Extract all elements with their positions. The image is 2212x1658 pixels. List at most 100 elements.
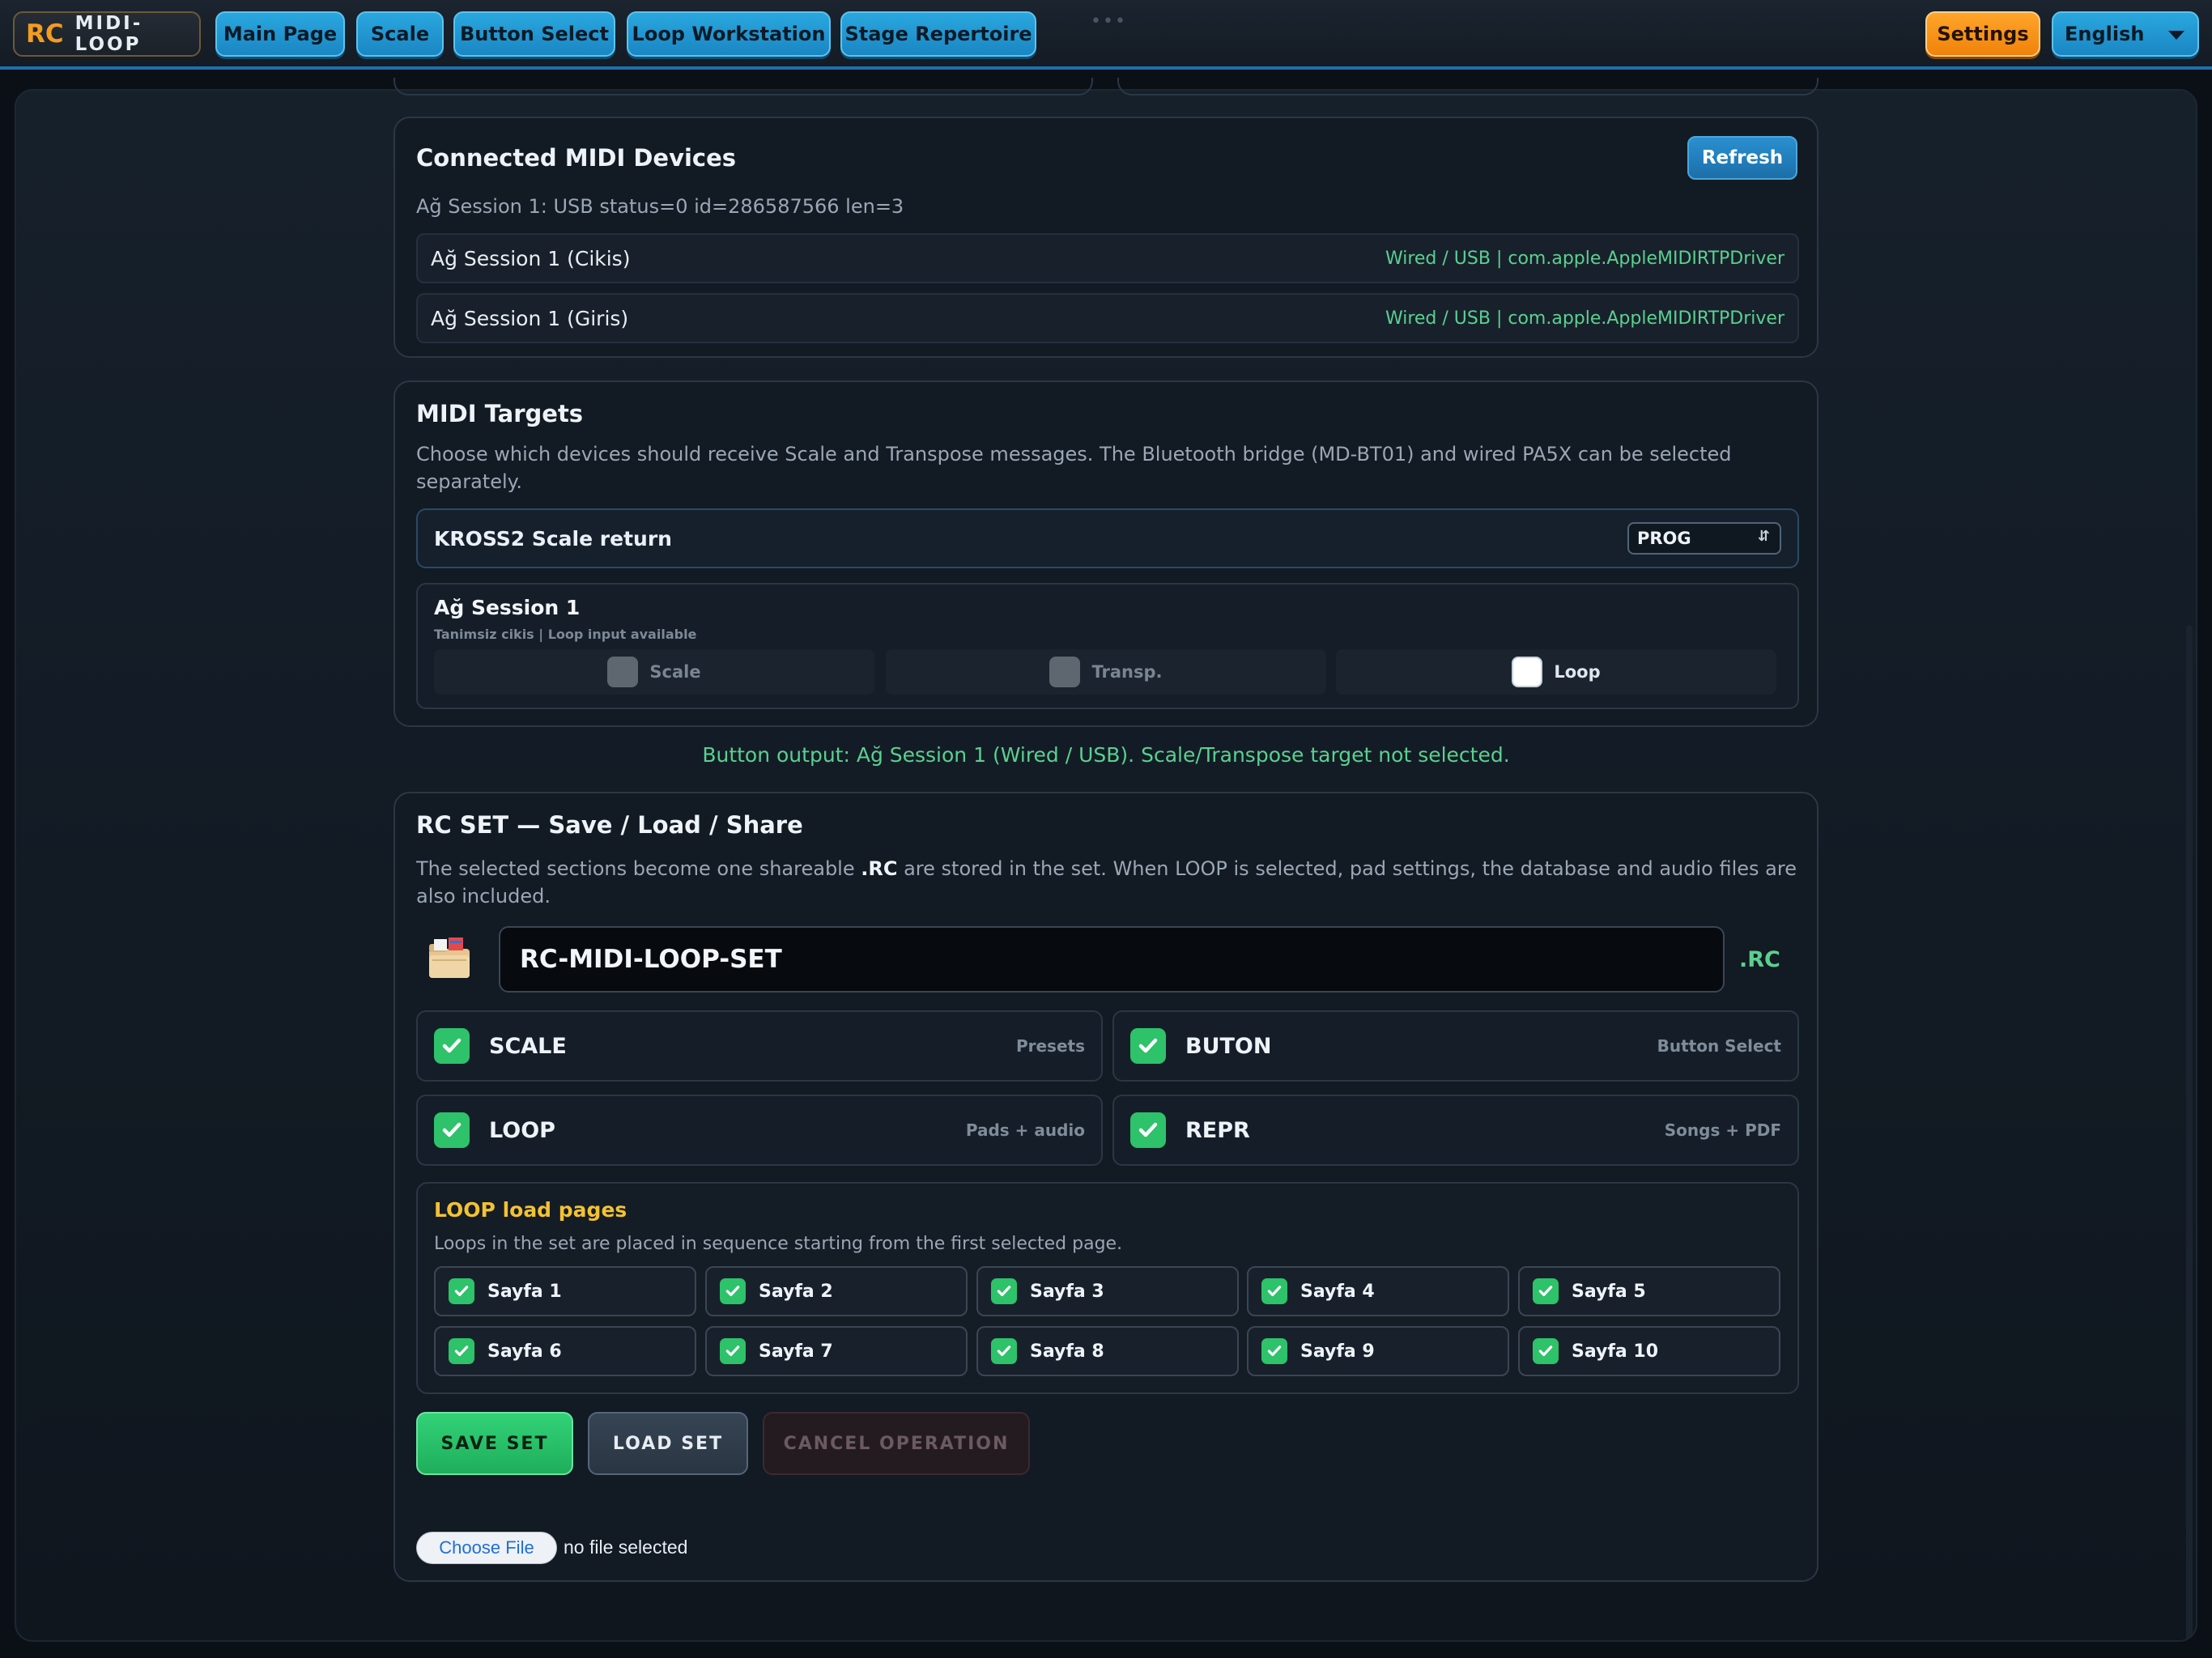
target-option-transpose[interactable]: Transp. [886, 649, 1326, 695]
top-bar: RC MIDI-LOOP Main Page Scale Button Sele… [0, 0, 2212, 70]
nav-stage-repertoire[interactable]: Stage Repertoire [840, 11, 1036, 57]
nav-button-select[interactable]: Button Select [453, 11, 615, 57]
page-option[interactable]: Sayfa 1 [434, 1266, 696, 1316]
file-status: no file selected [564, 1537, 688, 1558]
checkbox-scale[interactable] [607, 657, 639, 687]
language-select[interactable]: English [2052, 11, 2199, 57]
page-label: Sayfa 10 [1572, 1341, 1659, 1362]
session-title: Ağ Session 1 [434, 596, 581, 619]
rc-set-card: RC SET — Save / Load / Share The selecte… [393, 792, 1819, 1582]
session-subtitle: Tanimsiz cikis | Loop input available [434, 627, 697, 642]
targets-description: Choose which devices should receive Scal… [416, 443, 1732, 493]
section-label: REPR [1185, 1117, 1250, 1143]
section-hint: Button Select [1657, 1036, 1781, 1056]
page-option[interactable]: Sayfa 9 [1247, 1326, 1509, 1376]
refresh-button[interactable]: Refresh [1687, 136, 1797, 180]
load-set-button[interactable]: LOAD SET [588, 1412, 748, 1475]
set-name-input[interactable] [499, 926, 1725, 993]
section-hint: Presets [1015, 1036, 1085, 1056]
cancel-operation-button[interactable]: CANCEL OPERATION [763, 1412, 1030, 1475]
check-icon[interactable] [720, 1278, 746, 1304]
check-icon[interactable] [720, 1338, 746, 1364]
option-label: Transp. [1091, 662, 1163, 682]
device-name: Ağ Session 1 (Cikis) [431, 246, 631, 270]
language-value: English [2065, 23, 2145, 45]
rcset-desc-ext: .RC [861, 857, 898, 880]
connected-devices-card: Connected MIDI Devices Refresh Ağ Sessio… [393, 117, 1819, 358]
page-option[interactable]: Sayfa 7 [705, 1326, 968, 1376]
check-icon[interactable] [1130, 1112, 1166, 1148]
page-option[interactable]: Sayfa 8 [976, 1326, 1239, 1376]
page-label: Sayfa 5 [1572, 1281, 1646, 1302]
updown-chevron-icon: ⇵ [1757, 528, 1770, 545]
page-option[interactable]: Sayfa 5 [1518, 1266, 1780, 1316]
page-label: Sayfa 9 [1300, 1341, 1375, 1362]
kross-select-value: PROG [1637, 529, 1691, 548]
page-option[interactable]: Sayfa 10 [1518, 1326, 1780, 1376]
section-buton[interactable]: BUTON Button Select [1112, 1010, 1799, 1082]
check-icon[interactable] [1533, 1338, 1559, 1364]
check-icon[interactable] [434, 1028, 470, 1064]
brand-name: MIDI-LOOP [74, 13, 143, 55]
device-row[interactable]: Ağ Session 1 (Cikis) Wired / USB | com.a… [416, 233, 1799, 283]
rcset-title: RC SET — Save / Load / Share [416, 811, 803, 839]
section-label: LOOP [489, 1117, 555, 1143]
device-meta: Wired / USB | com.apple.AppleMIDIRTPDriv… [1385, 248, 1784, 269]
section-scale[interactable]: SCALE Presets [416, 1010, 1103, 1082]
nav-loop-workstation[interactable]: Loop Workstation [627, 11, 831, 57]
page-option[interactable]: Sayfa 2 [705, 1266, 968, 1316]
section-hint: Pads + audio [965, 1120, 1085, 1140]
kross-label: KROSS2 Scale return [434, 526, 672, 551]
rcset-description: The selected sections become one shareab… [416, 855, 1799, 910]
check-icon[interactable] [449, 1278, 474, 1304]
scrollbar[interactable] [2186, 625, 2193, 1640]
drag-grip-icon[interactable]: ••• [1091, 11, 1127, 32]
midi-targets-card: MIDI Targets Choose which devices should… [393, 380, 1819, 727]
checkbox-loop[interactable] [1512, 657, 1543, 687]
pages-description: Loops in the set are placed in sequence … [434, 1234, 1123, 1254]
check-icon[interactable] [1130, 1028, 1166, 1064]
checkbox-transpose[interactable] [1049, 657, 1081, 687]
check-icon[interactable] [991, 1338, 1017, 1364]
page-option[interactable]: Sayfa 4 [1247, 1266, 1509, 1316]
check-icon[interactable] [1261, 1338, 1287, 1364]
page-option[interactable]: Sayfa 6 [434, 1326, 696, 1376]
device-name: Ağ Session 1 (Giris) [431, 306, 629, 330]
brand-rc: RC [26, 19, 64, 49]
settings-button[interactable]: Settings [1925, 11, 2040, 57]
devices-status: Ağ Session 1: USB status=0 id=286587566 … [416, 195, 904, 218]
check-icon[interactable] [991, 1278, 1017, 1304]
page-label: Sayfa 1 [487, 1281, 562, 1302]
target-option-loop[interactable]: Loop [1336, 649, 1776, 695]
section-repr[interactable]: REPR Songs + PDF [1112, 1095, 1799, 1166]
option-label: Scale [649, 662, 701, 682]
check-icon[interactable] [449, 1338, 474, 1364]
kross-scale-return-row: KROSS2 Scale return PROG ⇵ [416, 508, 1799, 568]
devices-title: Connected MIDI Devices [416, 144, 737, 172]
button-output-status: Button output: Ağ Session 1 (Wired / USB… [702, 743, 1510, 767]
brand-logo[interactable]: RC MIDI-LOOP [13, 11, 201, 57]
previous-card-left [393, 78, 1093, 96]
kross-select[interactable]: PROG ⇵ [1627, 522, 1781, 555]
check-icon[interactable] [434, 1112, 470, 1148]
target-option-scale[interactable]: Scale [434, 649, 874, 695]
previous-card-right [1117, 78, 1819, 96]
extension-label: .RC [1739, 947, 1780, 972]
check-icon[interactable] [1261, 1278, 1287, 1304]
folder-icon [426, 936, 473, 981]
page-label: Sayfa 4 [1300, 1281, 1375, 1302]
choose-file-button[interactable]: Choose File [416, 1532, 557, 1564]
page-option[interactable]: Sayfa 3 [976, 1266, 1239, 1316]
session-target-box: Ağ Session 1 Tanimsiz cikis | Loop input… [416, 583, 1799, 709]
device-meta: Wired / USB | com.apple.AppleMIDIRTPDriv… [1385, 308, 1784, 329]
nav-main-page[interactable]: Main Page [215, 11, 345, 57]
device-row[interactable]: Ağ Session 1 (Giris) Wired / USB | com.a… [416, 293, 1799, 343]
section-label: SCALE [489, 1033, 567, 1059]
nav-scale[interactable]: Scale [356, 11, 444, 57]
chevron-down-icon [2168, 31, 2184, 40]
rcset-desc-part: The selected sections become one shareab… [416, 857, 861, 880]
section-loop[interactable]: LOOP Pads + audio [416, 1095, 1103, 1166]
page-label: Sayfa 6 [487, 1341, 562, 1362]
save-set-button[interactable]: SAVE SET [416, 1412, 573, 1475]
check-icon[interactable] [1533, 1278, 1559, 1304]
